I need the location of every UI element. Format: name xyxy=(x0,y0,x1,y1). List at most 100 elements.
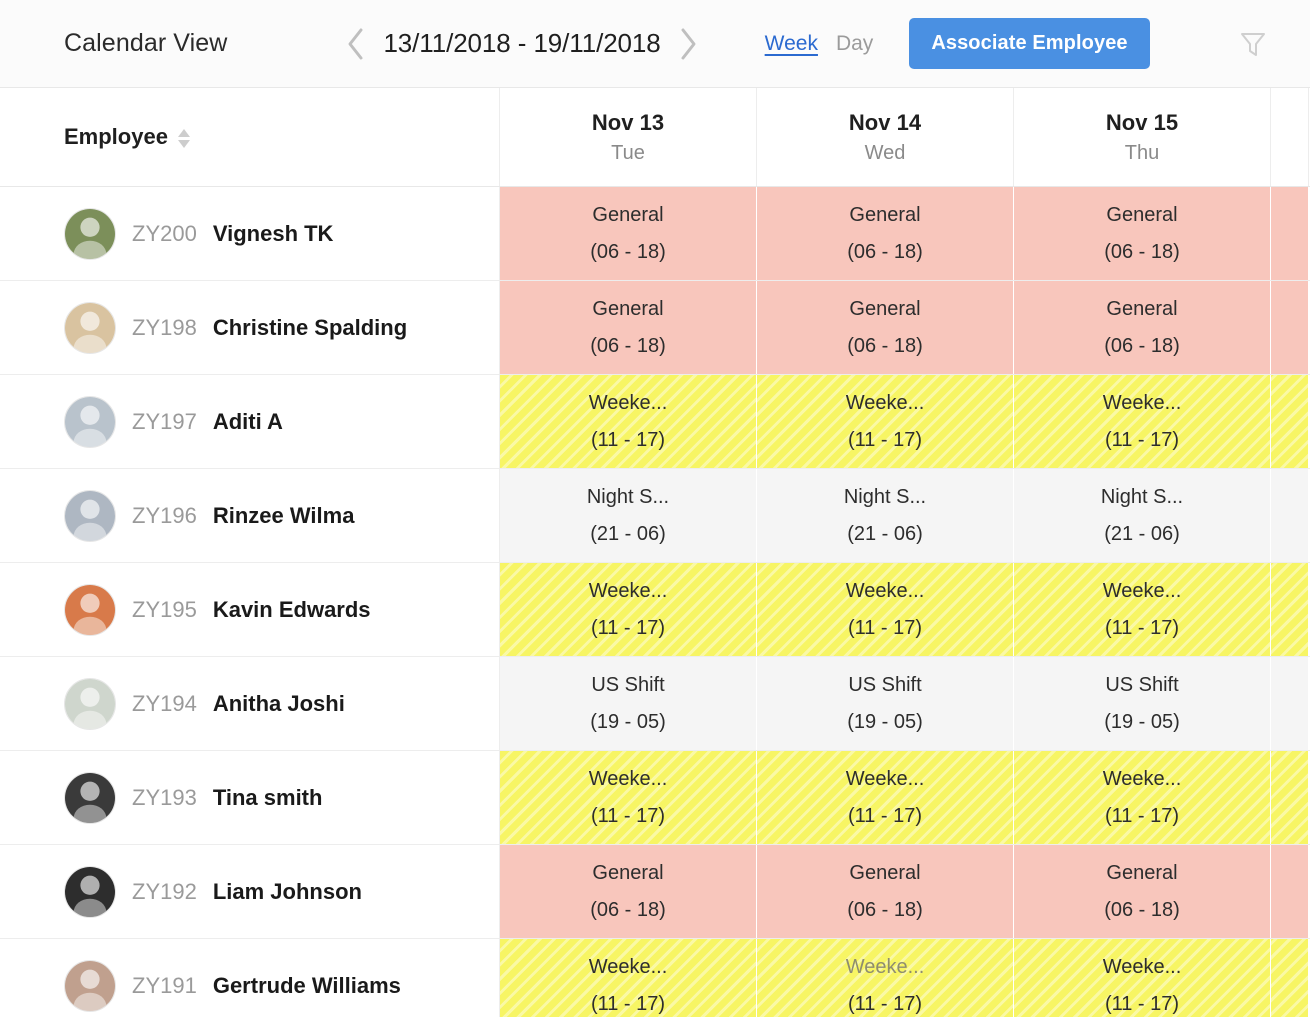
shift-time: (11 - 17) xyxy=(590,804,666,827)
shift-cell-partial[interactable] xyxy=(1271,657,1309,750)
shift-cell[interactable]: General (06 - 18) xyxy=(1014,187,1271,280)
shift-cell[interactable]: General (06 - 18) xyxy=(757,187,1014,280)
shift-cell[interactable]: General (06 - 18) xyxy=(757,845,1014,938)
tab-week[interactable]: Week xyxy=(765,32,818,56)
shift-cell[interactable]: General (06 - 18) xyxy=(1014,281,1271,374)
shift-time: (06 - 18) xyxy=(847,334,923,357)
shift-cell-partial[interactable] xyxy=(1271,751,1309,844)
shift-time: (06 - 18) xyxy=(590,240,666,263)
shift-time: (11 - 17) xyxy=(590,992,666,1015)
table-row[interactable]: ZY191 Gertrude Williams Weeke... (11 - 17) W… xyxy=(0,939,1310,1017)
shift-cell-partial[interactable] xyxy=(1271,939,1309,1017)
shift-cell[interactable]: Weeke... (11 - 17) xyxy=(757,563,1014,656)
shift-name: General xyxy=(1106,297,1178,320)
table-row[interactable]: ZY198 Christine Spalding General (06 - 18) G… xyxy=(0,281,1310,375)
employee-cell[interactable]: ZY193 Tina smith xyxy=(0,751,500,844)
shift-cell[interactable]: Weeke... (11 - 17) xyxy=(1014,939,1271,1017)
avatar-tina-smith xyxy=(64,771,116,824)
shift-cell[interactable]: Weeke... (11 - 17) xyxy=(1014,751,1271,844)
filter-funnel-icon[interactable] xyxy=(1236,27,1270,61)
shift-name: Weeke... xyxy=(845,579,925,602)
shift-cell[interactable]: US Shift (19 - 05) xyxy=(500,657,757,750)
chevron-right-icon[interactable] xyxy=(675,24,701,64)
shift-cell-partial[interactable] xyxy=(1271,845,1309,938)
chevron-left-icon[interactable] xyxy=(343,24,369,64)
associate-employee-button[interactable]: Associate Employee xyxy=(909,18,1150,69)
shift-cell-partial[interactable] xyxy=(1271,375,1309,468)
shift-time: (11 - 17) xyxy=(1104,428,1180,451)
table-row[interactable]: ZY196 Rinzee Wilma Night S... (21 - 06) Nigh… xyxy=(0,469,1310,563)
day-column-header-partial[interactable] xyxy=(1271,88,1309,186)
shift-cell[interactable]: Weeke... (11 - 17) xyxy=(757,751,1014,844)
day-column-header[interactable]: Nov 15 Thu xyxy=(1014,88,1271,186)
shift-time: (11 - 17) xyxy=(847,616,923,639)
shift-cell[interactable]: Weeke... (11 - 17) xyxy=(500,939,757,1017)
shift-cell[interactable]: Weeke... (11 - 17) xyxy=(1014,563,1271,656)
table-row[interactable]: ZY200 Vignesh TK General (06 - 18) General (0… xyxy=(0,187,1310,281)
shift-cell[interactable]: General (06 - 18) xyxy=(1014,845,1271,938)
shift-name: Weeke... xyxy=(845,955,925,978)
shift-time: (06 - 18) xyxy=(847,240,923,263)
shift-cell[interactable]: General (06 - 18) xyxy=(500,845,757,938)
shift-cell[interactable]: US Shift (19 - 05) xyxy=(757,657,1014,750)
avatar-aditi-a xyxy=(64,395,116,448)
day-of-week: Thu xyxy=(1124,141,1160,164)
shift-time: (11 - 17) xyxy=(1104,992,1180,1015)
shift-name: Night S... xyxy=(586,485,670,508)
shift-cell[interactable]: Weeke... (11 - 17) xyxy=(500,751,757,844)
sort-desc-triangle xyxy=(177,139,190,148)
shift-cell[interactable]: Night S... (21 - 06) xyxy=(1014,469,1271,562)
day-column-header[interactable]: Nov 14 Wed xyxy=(757,88,1014,186)
employee-column-label: Employee xyxy=(64,124,168,149)
shift-cell-partial[interactable] xyxy=(1271,187,1309,280)
shift-time: (06 - 18) xyxy=(590,334,666,357)
shift-cell[interactable]: General (06 - 18) xyxy=(500,187,757,280)
shift-name: General xyxy=(592,861,664,884)
sort-updown-icon[interactable] xyxy=(177,127,190,148)
table-row[interactable]: ZY193 Tina smith Weeke... (11 - 17) Weeke...… xyxy=(0,751,1310,845)
shift-cell[interactable]: Weeke... (11 - 17) xyxy=(1014,375,1271,468)
shift-cell[interactable]: Weeke... (11 - 17) xyxy=(500,563,757,656)
avatar-liam-johnson xyxy=(64,865,116,918)
shift-name: Weeke... xyxy=(845,767,925,790)
employee-name: Kavin Edwards xyxy=(212,596,371,622)
avatar-anitha-joshi xyxy=(64,677,116,730)
tab-day[interactable]: Day xyxy=(836,32,873,56)
shift-cell[interactable]: Weeke... (11 - 17) xyxy=(500,375,757,468)
shift-cell-partial[interactable] xyxy=(1271,469,1309,562)
table-row[interactable]: ZY194 Anitha Joshi US Shift (19 - 05) US Shi… xyxy=(0,657,1310,751)
shift-name: General xyxy=(1106,861,1178,884)
table-row[interactable]: ZY192 Liam Johnson General (06 - 18) General… xyxy=(0,845,1310,939)
shift-cell[interactable]: Weeke... (11 - 17) xyxy=(757,939,1014,1017)
employee-id: ZY193 xyxy=(132,784,197,810)
table-row[interactable]: ZY195 Kavin Edwards Weeke... (11 - 17) Weeke… xyxy=(0,563,1310,657)
shift-name: Weeke... xyxy=(588,579,668,602)
employee-cell[interactable]: ZY200 Vignesh TK xyxy=(0,187,500,280)
employee-cell[interactable]: ZY195 Kavin Edwards xyxy=(0,563,500,656)
employee-id: ZY195 xyxy=(132,596,197,622)
shift-cell[interactable]: Night S... (21 - 06) xyxy=(500,469,757,562)
day-date: Nov 14 xyxy=(848,109,922,135)
shift-cell[interactable]: Weeke... (11 - 17) xyxy=(757,375,1014,468)
day-column-header[interactable]: Nov 13 Tue xyxy=(500,88,757,186)
shift-time: (11 - 17) xyxy=(590,428,666,451)
shift-cell[interactable]: Night S... (21 - 06) xyxy=(757,469,1014,562)
shift-cell[interactable]: General (06 - 18) xyxy=(500,281,757,374)
shift-name: General xyxy=(849,203,921,226)
employee-cell[interactable]: ZY191 Gertrude Williams xyxy=(0,939,500,1017)
shift-cell[interactable]: US Shift (19 - 05) xyxy=(1014,657,1271,750)
employee-cell[interactable]: ZY192 Liam Johnson xyxy=(0,845,500,938)
employee-cell[interactable]: ZY194 Anitha Joshi xyxy=(0,657,500,750)
shift-name: US Shift xyxy=(848,673,922,696)
shift-cell-partial[interactable] xyxy=(1271,281,1309,374)
employee-cell[interactable]: ZY197 Aditi A xyxy=(0,375,500,468)
table-row[interactable]: ZY197 Aditi A Weeke... (11 - 17) Weeke... (11… xyxy=(0,375,1310,469)
employee-column-header[interactable]: Employee xyxy=(0,88,500,186)
shift-name: Weeke... xyxy=(1102,767,1182,790)
shift-name: Night S... xyxy=(1100,485,1184,508)
employee-cell[interactable]: ZY198 Christine Spalding xyxy=(0,281,500,374)
shift-cell[interactable]: General (06 - 18) xyxy=(757,281,1014,374)
shift-name: Weeke... xyxy=(588,955,668,978)
employee-cell[interactable]: ZY196 Rinzee Wilma xyxy=(0,469,500,562)
shift-cell-partial[interactable] xyxy=(1271,563,1309,656)
